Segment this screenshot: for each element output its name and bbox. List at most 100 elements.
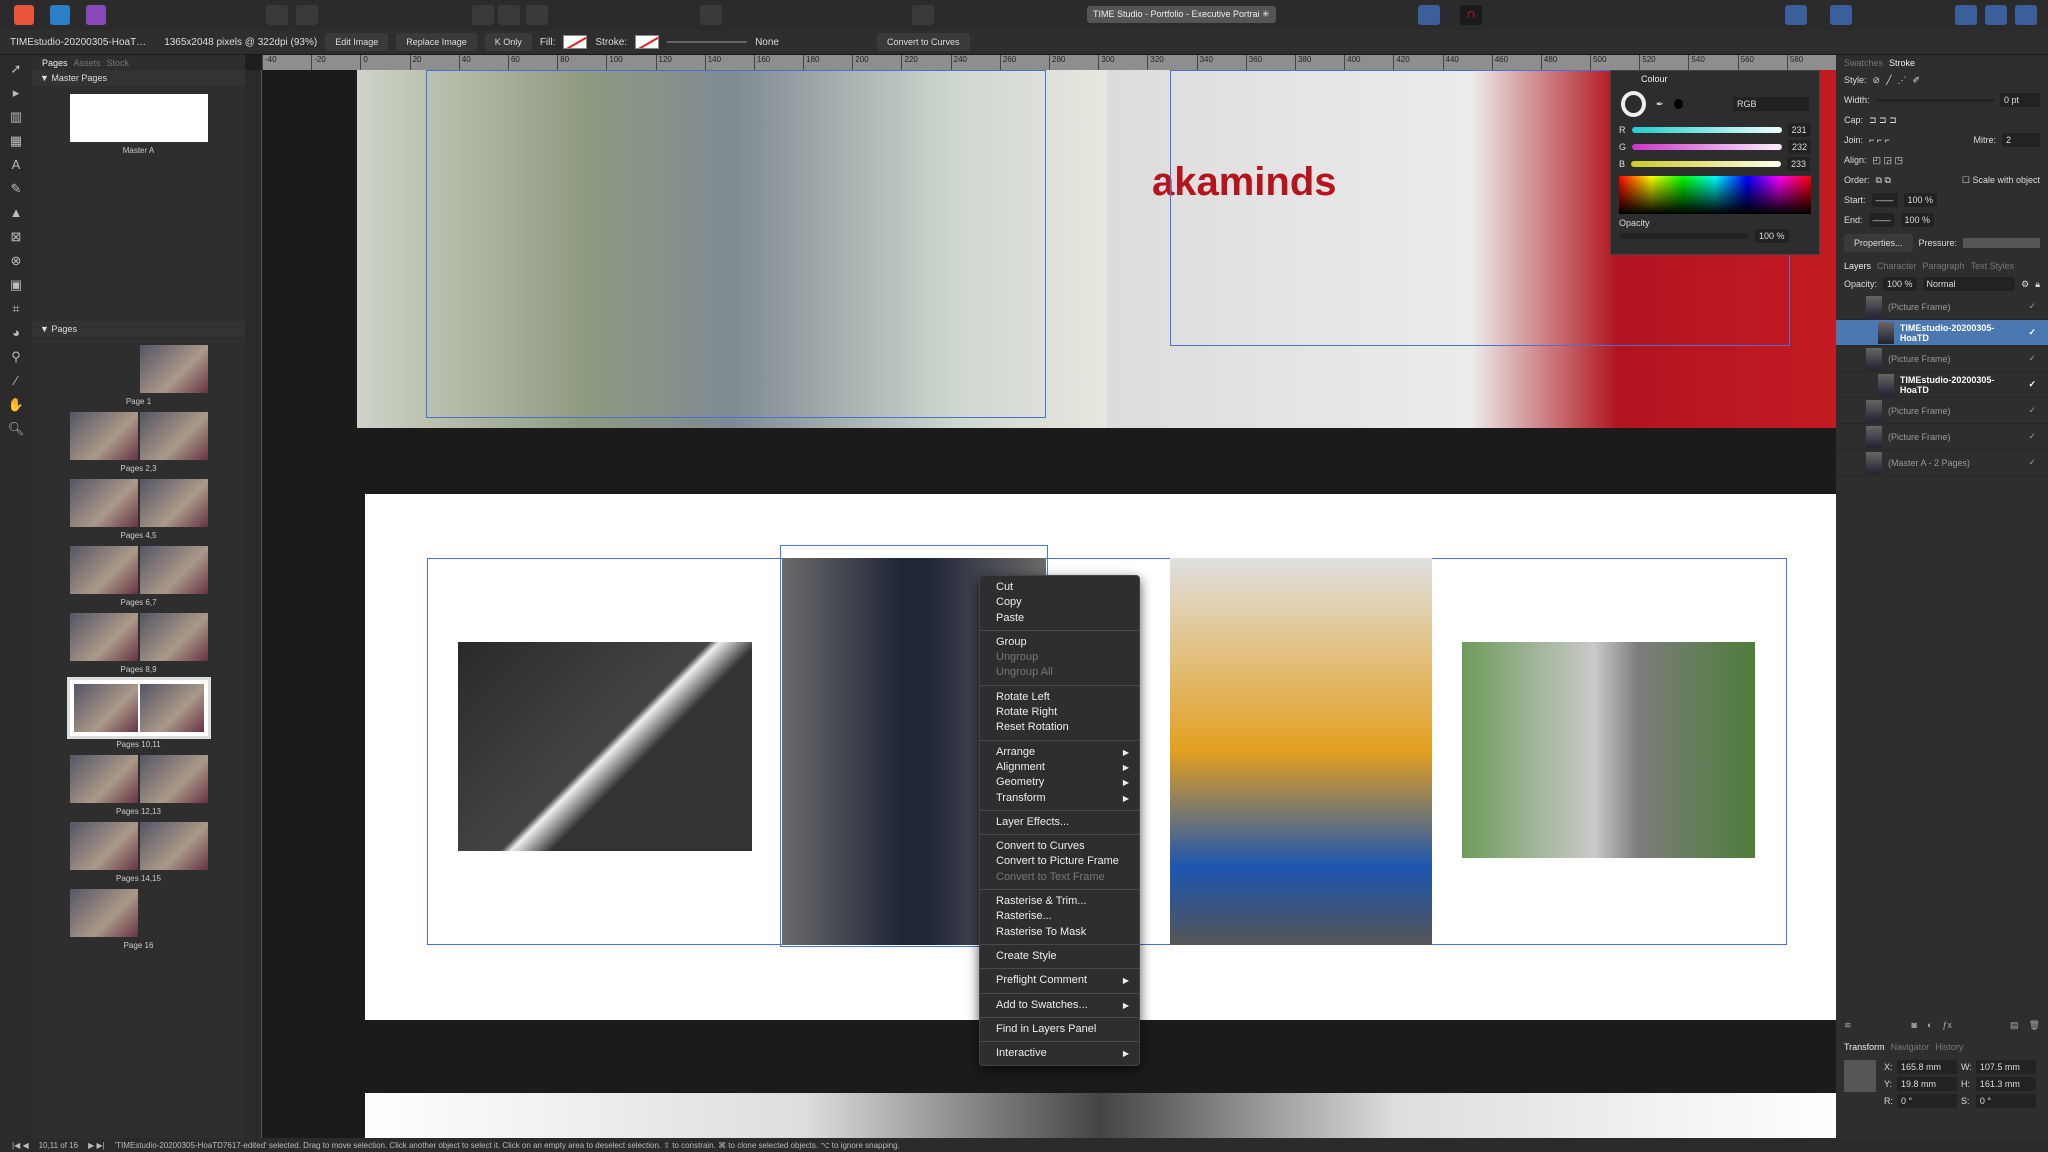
- tab-stroke[interactable]: Stroke: [1889, 58, 1915, 68]
- preflight-icon[interactable]: [296, 5, 318, 25]
- page-thumbnail-3[interactable]: Pages 4,5: [32, 479, 245, 540]
- master-a-thumbnail[interactable]: [69, 94, 208, 142]
- menu-item-group[interactable]: Group: [980, 635, 1139, 650]
- blue-slider[interactable]: [1631, 160, 1782, 167]
- menu-item-interactive[interactable]: Interactive ▶: [980, 1046, 1139, 1061]
- crop-tool-icon[interactable]: ⌗: [6, 301, 26, 319]
- tab-pages[interactable]: Pages: [42, 58, 68, 68]
- join-options-icon[interactable]: ⌐ ⌐ ⌐: [1869, 135, 1890, 145]
- visibility-checkbox[interactable]: ✓: [2028, 353, 2036, 364]
- end-arrowhead-select[interactable]: ——: [1868, 213, 1895, 227]
- convert-to-curves-button[interactable]: Convert to Curves: [876, 33, 970, 51]
- brush-stroke-icon[interactable]: ✐: [1912, 75, 1920, 86]
- page-thumbnail-9[interactable]: Page 16: [32, 889, 245, 950]
- pages-header[interactable]: ▼ Pages: [32, 321, 245, 337]
- vertical-ruler[interactable]: [245, 70, 262, 1138]
- menu-item-rasterise[interactable]: Rasterise...: [980, 909, 1139, 924]
- stroke-swatch[interactable]: [635, 35, 660, 49]
- end-scale[interactable]: 100 %: [1900, 213, 1935, 227]
- visibility-checkbox[interactable]: ✓: [2028, 301, 2036, 312]
- blend-mode-select[interactable]: Normal: [1922, 277, 2016, 291]
- red-value[interactable]: 231: [1787, 122, 1811, 137]
- pin-icon[interactable]: [700, 5, 722, 25]
- clip-icon[interactable]: [526, 5, 548, 25]
- page-thumbnail-6[interactable]: Pages 10,11: [32, 677, 245, 749]
- place-image-tool-icon[interactable]: ▣: [6, 277, 26, 295]
- artistic-text-tool-icon[interactable]: A: [6, 157, 26, 175]
- horizontal-ruler[interactable]: -40 -20 0 20 40 60 80 100 120 140 160 180 200 220 240 2…: [262, 55, 1836, 70]
- gear-icon[interactable]: ⚙: [2021, 279, 2029, 290]
- photo-man-seated-white-shirt[interactable]: [458, 642, 752, 851]
- layer-row[interactable]: (Picture Frame) ✓: [1836, 398, 2048, 424]
- red-slider[interactable]: [1631, 126, 1782, 133]
- opacity-slider[interactable]: [1619, 233, 1749, 239]
- publisher-persona-icon[interactable]: [14, 5, 34, 25]
- boolean-add-icon[interactable]: [1955, 5, 1977, 25]
- layer-row[interactable]: TIMEstudio-20200305-HoaTD ✓: [1836, 320, 2048, 346]
- order-options-icon[interactable]: ⧉ ⧉: [1876, 175, 1891, 186]
- boolean-intersect-icon[interactable]: [2015, 5, 2037, 25]
- visibility-checkbox[interactable]: ✓: [2028, 457, 2036, 468]
- colour-model-select[interactable]: RGB: [1732, 97, 1809, 111]
- tab-swatches[interactable]: Swatches: [1844, 58, 1883, 68]
- layers-stack-icon[interactable]: ≋: [1844, 1020, 1852, 1034]
- menu-item-alignment[interactable]: Alignment ▶: [980, 760, 1139, 775]
- tab-transform[interactable]: Transform: [1844, 1042, 1885, 1052]
- align-options-icon[interactable]: ◰ ◲ ◳: [1873, 155, 1904, 166]
- visibility-checkbox[interactable]: ✓: [2028, 379, 2036, 390]
- menu-item-rasterise-trim[interactable]: Rasterise & Trim...: [980, 894, 1139, 909]
- menu-item-convert-to-picture-frame[interactable]: Convert to Picture Frame: [980, 854, 1139, 869]
- k-only-button[interactable]: K Only: [484, 33, 532, 51]
- visibility-checkbox[interactable]: ✓: [2028, 405, 2036, 416]
- picture-frame-tool-icon[interactable]: ⊠: [6, 229, 26, 247]
- spread-next-pages[interactable]: [365, 1093, 1836, 1138]
- photo-woman-yellow-shirt[interactable]: [1170, 558, 1432, 945]
- menu-item-preflight-comment[interactable]: Preflight Comment ▶: [980, 973, 1139, 988]
- node-tool-icon[interactable]: ▸: [6, 85, 26, 103]
- properties-button[interactable]: Properties...: [1844, 234, 1913, 252]
- transparency-tool-icon[interactable]: ⚲: [6, 349, 26, 367]
- fill-swatch[interactable]: [563, 35, 588, 49]
- page-thumbnail-1[interactable]: Page 1: [32, 345, 245, 406]
- stroke-width-slider[interactable]: [667, 41, 748, 43]
- color-picker-icon[interactable]: ⁄: [6, 373, 26, 391]
- dashed-stroke-icon[interactable]: ⋰: [1897, 75, 1906, 86]
- trash-icon[interactable]: 🗑︎: [2029, 1020, 2040, 1034]
- arrange-icon[interactable]: [1418, 5, 1440, 25]
- layer-row[interactable]: TIMEstudio-20200305-HoaTD ✓: [1836, 372, 2048, 398]
- page-thumbnail-8[interactable]: Pages 14,15: [32, 822, 245, 883]
- blue-value[interactable]: 233: [1787, 156, 1811, 171]
- add-layer-icon[interactable]: ▤: [2010, 1020, 2019, 1034]
- solid-stroke-icon[interactable]: ╱: [1886, 75, 1891, 86]
- assistant-icon[interactable]: [912, 5, 934, 25]
- frame-text-tool-icon[interactable]: ▥: [6, 109, 26, 127]
- visibility-checkbox[interactable]: ✓: [2028, 327, 2036, 338]
- scale-with-object-checkbox[interactable]: ☐ Scale with object: [1962, 175, 2040, 186]
- document-title[interactable]: TIME Studio - Portfolio - Executive Port…: [1087, 6, 1276, 23]
- menu-item-create-style[interactable]: Create Style: [980, 949, 1139, 964]
- menu-item-copy[interactable]: Copy: [980, 595, 1139, 610]
- ellipse-frame-tool-icon[interactable]: ⊗: [6, 253, 26, 271]
- menu-item-geometry[interactable]: Geometry ▶: [980, 775, 1139, 790]
- page-thumbnail-2[interactable]: Pages 2,3: [32, 412, 245, 473]
- tab-assets[interactable]: Assets: [74, 58, 101, 68]
- opacity-value[interactable]: 100 %: [1755, 229, 1789, 243]
- menu-item-transform[interactable]: Transform ▶: [980, 791, 1139, 806]
- start-scale[interactable]: 100 %: [1903, 193, 1938, 207]
- flip-horizontal-icon[interactable]: [1830, 5, 1852, 25]
- mask-icon[interactable]: ◙: [1912, 1020, 1917, 1034]
- tab-stock[interactable]: Stock: [107, 58, 130, 68]
- replace-image-button[interactable]: Replace Image: [396, 33, 477, 51]
- adjustment-icon[interactable]: ◐: [1927, 1020, 1932, 1034]
- menu-item-convert-to-curves[interactable]: Convert to Curves: [980, 839, 1139, 854]
- tab-navigator[interactable]: Navigator: [1891, 1042, 1930, 1052]
- next-last-page-buttons[interactable]: ▶ ▶|: [88, 1141, 105, 1150]
- lock-icon[interactable]: 🔒︎: [2035, 279, 2040, 290]
- black-swatch[interactable]: [1673, 99, 1683, 109]
- menu-item-cut[interactable]: Cut: [980, 580, 1139, 595]
- visibility-checkbox[interactable]: ✓: [2028, 431, 2036, 442]
- view-mode-icon[interactable]: [472, 5, 494, 25]
- pen-tool-icon[interactable]: ✎: [6, 181, 26, 199]
- tab-character[interactable]: Character: [1877, 261, 1917, 271]
- x-field[interactable]: 165.8 mm: [1897, 1060, 1957, 1074]
